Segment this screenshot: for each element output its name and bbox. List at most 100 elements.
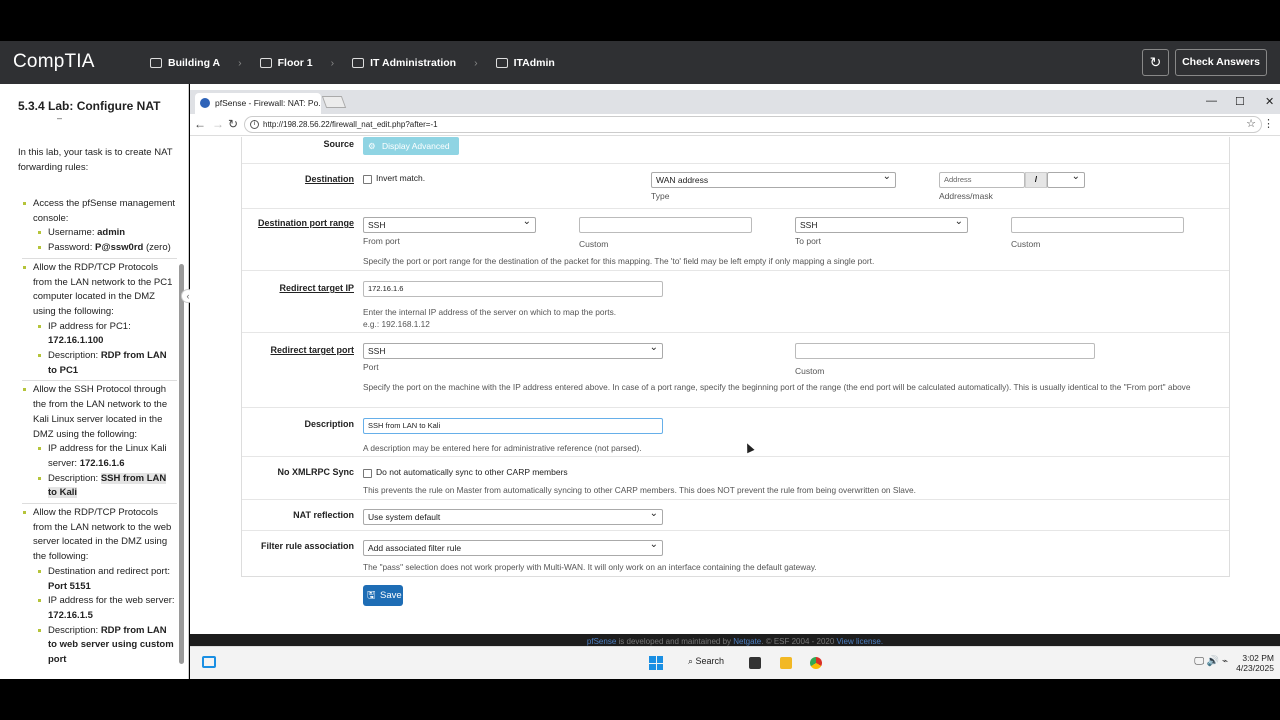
xmlrpc-check-label: Do not automatically sync to other CARP … xyxy=(376,467,568,477)
to-port-select[interactable]: SSH xyxy=(795,215,968,233)
task-item: Allow the RDP/TCP Protocols from the LAN… xyxy=(22,261,177,320)
dest-port-range-label: Destination port range xyxy=(257,218,354,228)
task-subitem: Description: RDP from LAN to PC1 xyxy=(22,349,177,378)
destination-label: Destination xyxy=(304,174,354,184)
row-source: Source ⚙ Display Advanced xyxy=(242,137,1229,164)
redirect-ip-example: e.g.: 192.168.1.12 xyxy=(363,319,430,329)
tab-strip: pfSense - Firewall: NAT: Po... — ☐ ✕ xyxy=(190,90,1280,114)
nat-edit-panel: Source ⚙ Display Advanced Destination Inv… xyxy=(241,137,1230,577)
taskbar-clock[interactable]: 3:02 PM 4/23/2025 xyxy=(1236,653,1274,673)
task-view-icon[interactable] xyxy=(749,657,761,669)
taskbar-search[interactable]: ⌕ Search xyxy=(688,656,724,667)
redirect-target-ip-label: Redirect target IP xyxy=(279,283,354,293)
custom-caption: Custom xyxy=(795,366,825,376)
slash-separator: / xyxy=(1025,172,1047,188)
redirect-port-custom-input[interactable] xyxy=(795,343,1095,359)
windows-start-icon[interactable] xyxy=(649,656,663,670)
destination-type-select[interactable]: WAN address xyxy=(651,170,896,188)
chrome-icon[interactable] xyxy=(810,657,822,669)
system-tray-icons[interactable]: 🖵 🔊 ⌁ xyxy=(1194,656,1228,667)
floppy-icon: 🖫 xyxy=(367,590,376,601)
minimize-icon[interactable]: — xyxy=(1206,95,1217,107)
crumb-separator: › xyxy=(330,56,335,69)
forward-icon[interactable]: → xyxy=(212,117,224,131)
breadcrumb: Building A › Floor 1 › IT Administration… xyxy=(150,41,555,84)
lab-top-bar: CompTIA Building A › Floor 1 › IT Admini… xyxy=(0,41,1280,84)
row-redirect-ip: Redirect target IP 172.16.1.6 Enter the … xyxy=(242,271,1229,333)
reset-button[interactable]: ↻ xyxy=(1142,49,1169,76)
reload-icon[interactable]: ↻ xyxy=(228,117,238,131)
task-item: Allow the SSH Protocol through the from … xyxy=(22,383,177,442)
redirect-ip-help: Enter the internal IP address of the ser… xyxy=(363,307,617,317)
row-xmlrpc: No XMLRPC Sync Do not automatically sync… xyxy=(242,457,1229,500)
bookmark-star-icon[interactable]: ☆ xyxy=(1246,117,1256,130)
display-advanced-button[interactable]: ⚙ Display Advanced xyxy=(363,137,459,155)
crumb-building[interactable]: Building A xyxy=(150,57,220,69)
divider xyxy=(22,503,177,505)
invert-match-checkbox[interactable] xyxy=(363,175,372,184)
comptia-logo: CompTIA xyxy=(13,51,95,72)
task-list: Access the pfSense management console: U… xyxy=(22,197,177,668)
redirect-port-help: Specify the port on the machine with the… xyxy=(363,382,1191,392)
nat-reflection-label: NAT reflection xyxy=(293,510,354,520)
browser-tab[interactable]: pfSense - Firewall: NAT: Po... xyxy=(195,93,321,114)
custom-caption: Custom xyxy=(1011,239,1041,249)
url-input[interactable]: i http://198.28.56.22/firewall_nat_edit.p… xyxy=(244,116,1262,133)
destination-address-input[interactable]: Address xyxy=(939,172,1025,188)
filter-rule-select[interactable]: Add associated filter rule xyxy=(363,538,663,556)
task-subitem: Username: admin xyxy=(22,226,177,241)
menu-kebab-icon[interactable]: ⋮ xyxy=(1263,117,1274,130)
netgate-link[interactable]: Netgate xyxy=(733,637,761,646)
task-subitem: IP address for the Linux Kali server: 17… xyxy=(22,442,177,471)
crumb-it-administration[interactable]: IT Administration xyxy=(352,57,456,69)
source-label: Source xyxy=(323,139,354,149)
file-explorer-icon[interactable] xyxy=(780,657,792,669)
view-license-link[interactable]: View license. xyxy=(837,637,884,646)
pfsense-footer: pfSense is developed and maintained by N… xyxy=(190,634,1280,646)
check-answers-button[interactable]: Check Answers xyxy=(1175,49,1267,76)
browser-window: pfSense - Firewall: NAT: Po... — ☐ ✕ ← →… xyxy=(190,84,1280,679)
description-label: Description xyxy=(304,419,354,429)
back-icon[interactable]: ← xyxy=(194,117,206,131)
row-dest-port-range: Destination port range SSH From port Cus… xyxy=(242,209,1229,271)
address-bar: ← → ↻ i http://198.28.56.22/firewall_nat_… xyxy=(190,114,1280,136)
pfsense-link[interactable]: pfSense xyxy=(587,637,616,646)
crumb-itadmin[interactable]: ITAdmin xyxy=(495,57,555,69)
task-item: Allow the RDP/TCP Protocols from the LAN… xyxy=(22,506,177,565)
pfsense-favicon-icon xyxy=(200,98,210,108)
maximize-icon[interactable]: ☐ xyxy=(1235,95,1245,108)
xmlrpc-checkbox[interactable] xyxy=(363,469,372,478)
invert-match-label: Invert match. xyxy=(376,173,426,183)
from-port-select[interactable]: SSH xyxy=(363,215,536,233)
info-icon: i xyxy=(250,120,259,129)
crumb-floor[interactable]: Floor 1 xyxy=(259,57,313,69)
lab-instructions-panel: 5.3.4 Lab: Configure NAT – In this lab, … xyxy=(0,84,189,679)
task-subitem: IP address for the web server: 172.16.1.… xyxy=(22,594,177,623)
bottom-black-band xyxy=(0,679,1280,720)
port-caption: Port xyxy=(363,362,379,372)
close-icon[interactable]: ✕ xyxy=(1265,95,1274,108)
sidebar-toggle-icon[interactable] xyxy=(202,656,216,668)
windows-taskbar: ⌕ Search 🖵 🔊 ⌁ 3:02 PM 4/23/2025 xyxy=(190,646,1280,679)
row-redirect-port: Redirect target port SSH Port Custom Spe… xyxy=(242,333,1229,408)
no-xmlrpc-sync-label: No XMLRPC Sync xyxy=(277,467,354,477)
gear-icon: ⚙ xyxy=(368,141,376,151)
title-underline: – xyxy=(57,113,63,123)
to-port-custom-input[interactable] xyxy=(1011,217,1184,233)
row-description: Description SSH from LAN to Kali A descr… xyxy=(242,408,1229,457)
sidebar-scrollbar[interactable] xyxy=(179,264,184,664)
port-range-help: Specify the port or port range for the d… xyxy=(363,256,875,266)
window-icon xyxy=(495,57,508,68)
description-input[interactable]: SSH from LAN to Kali xyxy=(363,418,663,434)
nat-reflection-select[interactable]: Use system default xyxy=(363,507,663,525)
save-button[interactable]: 🖫 Save xyxy=(363,585,403,606)
redirect-port-select[interactable]: SSH xyxy=(363,341,663,359)
redirect-target-ip-input[interactable]: 172.16.1.6 xyxy=(363,281,663,297)
custom-caption: Custom xyxy=(579,239,609,249)
task-subitem: Description: RDP from LAN to web server … xyxy=(22,624,177,668)
new-tab-button[interactable] xyxy=(321,96,347,108)
destination-mask-select[interactable] xyxy=(1047,170,1085,188)
row-filter-rule: Filter rule association Add associated f… xyxy=(242,531,1229,577)
monitor-icon xyxy=(352,57,365,68)
from-port-custom-input[interactable] xyxy=(579,217,752,233)
